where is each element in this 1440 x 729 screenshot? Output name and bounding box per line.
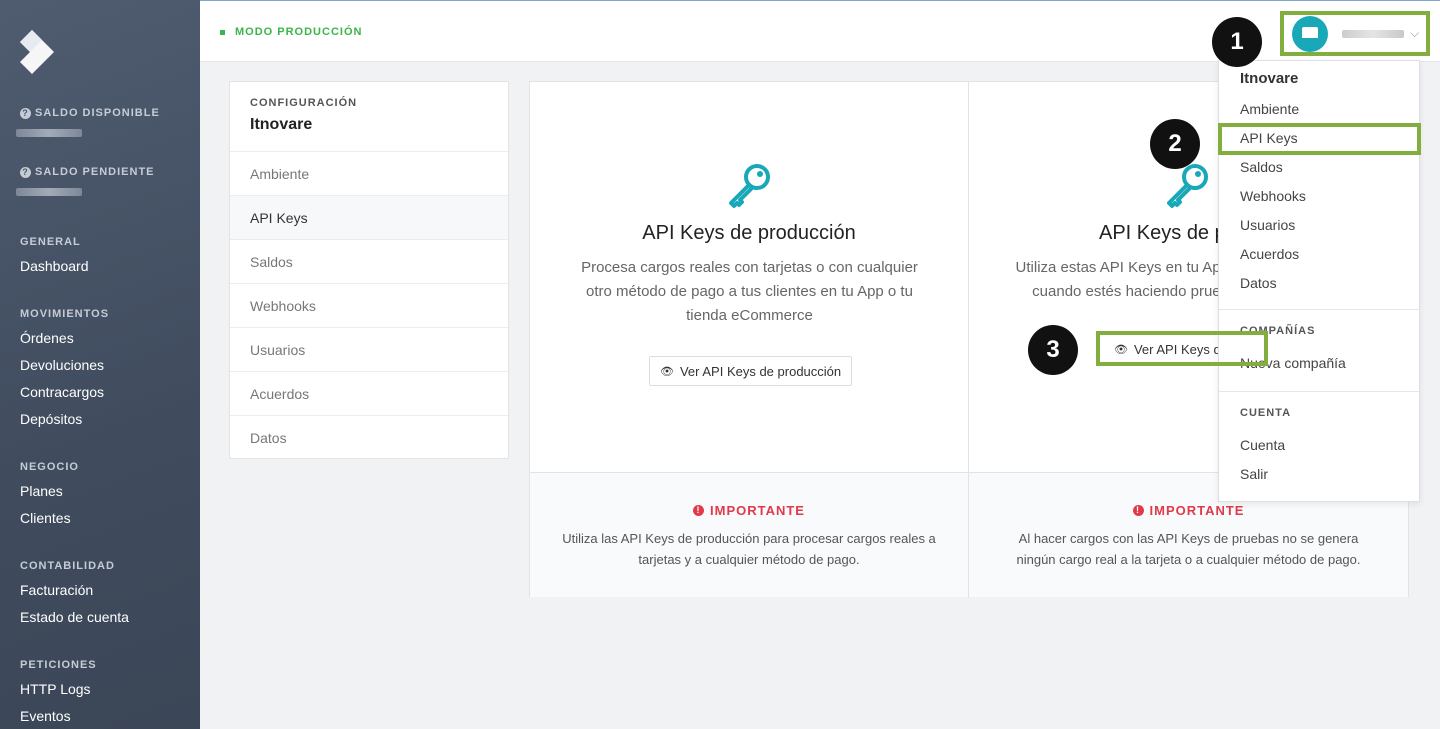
dropdown-company-title: Itnovare [1240,70,1299,87]
nav-heading: MOVIMIENTOS [20,308,110,320]
nav-item-planes[interactable]: Planes [20,482,79,509]
sidebar: ? SALDO DISPONIBLE ? SALDO PENDIENTE GEN… [0,0,200,729]
important-label: IMPORTANTE [1149,503,1245,518]
alert-icon: ! [693,505,704,516]
nav-heading: GENERAL [20,236,81,248]
view-production-keys-button[interactable]: 👁 Ver API Keys de producción [649,356,853,386]
production-keys-card: API Keys de producción Procesa cargos re… [530,82,969,472]
divider [1219,309,1419,310]
highlight-api-keys [1218,123,1421,155]
card-title: API Keys de p [1099,222,1226,244]
nav-group-general: GENERAL Dashboard [20,236,89,284]
eye-icon: 👁 [660,365,674,378]
dropdown-item-ambiente[interactable]: Ambiente [1240,101,1299,117]
nav-heading: CONTABILIDAD [20,560,115,572]
card-title: API Keys de producción [642,222,856,244]
mode-indicator: MODO PRODUCCIÓN [220,26,362,38]
nav-heading: PETICIONES [20,659,97,671]
logo-icon[interactable] [20,30,54,74]
dropdown-item-acuerdos[interactable]: Acuerdos [1240,246,1299,262]
nav-item-facturacion[interactable]: Facturación [20,581,129,608]
chevron-down-icon: ⌵ [1410,26,1420,40]
card-description: Procesa cargos reales con tarjetas o con… [581,259,918,324]
nav-item-contracargos[interactable]: Contracargos [20,383,109,410]
note-text: Utiliza las API Keys de producción para … [562,531,936,567]
card-description: Utiliza estas API Keys en tu App cuando … [1015,259,1229,300]
nav-item-eventos[interactable]: Eventos [20,707,97,729]
nav-item-dashboard[interactable]: Dashboard [20,257,89,284]
step-badge-1: 1 [1212,17,1262,67]
nav-group-movimientos: MOVIMIENTOS Órdenes Devoluciones Contrac… [20,308,109,437]
nav-item-depositos[interactable]: Depósitos [20,410,109,437]
nav-group-peticiones: PETICIONES HTTP Logs Eventos [20,659,97,729]
step-badge-2: 2 [1150,119,1200,169]
config-item-acuerdos[interactable]: Acuerdos [230,372,508,416]
nav-group-negocio: NEGOCIO Planes Clientes [20,461,79,536]
nav-item-clientes[interactable]: Clientes [20,509,79,536]
dropdown-item-saldos[interactable]: Saldos [1240,159,1283,175]
nav-item-ordenes[interactable]: Órdenes [20,329,109,356]
alert-icon: ! [1132,505,1144,516]
config-item-datos[interactable]: Datos [230,416,508,460]
user-menu-toggle[interactable]: ⌵ [1280,11,1430,56]
nav-group-contabilidad: CONTABILIDAD Facturación Estado de cuent… [20,560,129,635]
important-label: IMPORTANTE [710,503,805,518]
config-item-ambiente[interactable]: Ambiente [230,152,508,196]
note-text: Al hacer cargos con las API Keys de prue… [1016,531,1361,567]
highlight-view-button [1096,331,1268,366]
step-badge-3: 3 [1028,325,1078,375]
balance-pending-label: ? SALDO PENDIENTE [20,166,155,178]
nav-heading: NEGOCIO [20,461,79,473]
key-icon [729,164,770,208]
company-name: Itnovare [250,116,313,133]
account-heading: CUENTA [1240,407,1292,419]
dropdown-item-webhooks[interactable]: Webhooks [1240,188,1306,204]
dropdown-item-salir[interactable]: Salir [1240,466,1268,482]
config-item-saldos[interactable]: Saldos [230,240,508,284]
avatar [1292,15,1328,52]
key-icon [1167,164,1208,208]
dropdown-item-cuenta[interactable]: Cuenta [1240,437,1285,453]
help-icon[interactable]: ? [20,107,31,119]
balance-available-value [16,129,82,137]
dropdown-item-usuarios[interactable]: Usuarios [1240,217,1295,233]
config-item-webhooks[interactable]: Webhooks [230,284,508,328]
nav-item-http-logs[interactable]: HTTP Logs [20,680,97,707]
nav-item-devoluciones[interactable]: Devoluciones [20,356,109,383]
user-name [1342,29,1404,38]
config-item-api-keys[interactable]: API Keys [230,196,508,240]
balance-pending-value [16,188,82,196]
config-panel: CONFIGURACIÓN Itnovare Ambiente API Keys… [229,81,509,459]
production-note: ! IMPORTANTE Utiliza las API Keys de pro… [530,473,969,598]
nav-item-estado-de-cuenta[interactable]: Estado de cuenta [20,608,129,635]
help-icon[interactable]: ? [20,166,31,178]
dropdown-item-datos[interactable]: Datos [1240,275,1277,291]
status-dot-icon [220,29,225,35]
config-label: CONFIGURACIÓN [250,97,358,109]
config-item-usuarios[interactable]: Usuarios [230,328,508,372]
divider [1219,391,1419,392]
balance-available-label: ? SALDO DISPONIBLE [20,107,160,119]
